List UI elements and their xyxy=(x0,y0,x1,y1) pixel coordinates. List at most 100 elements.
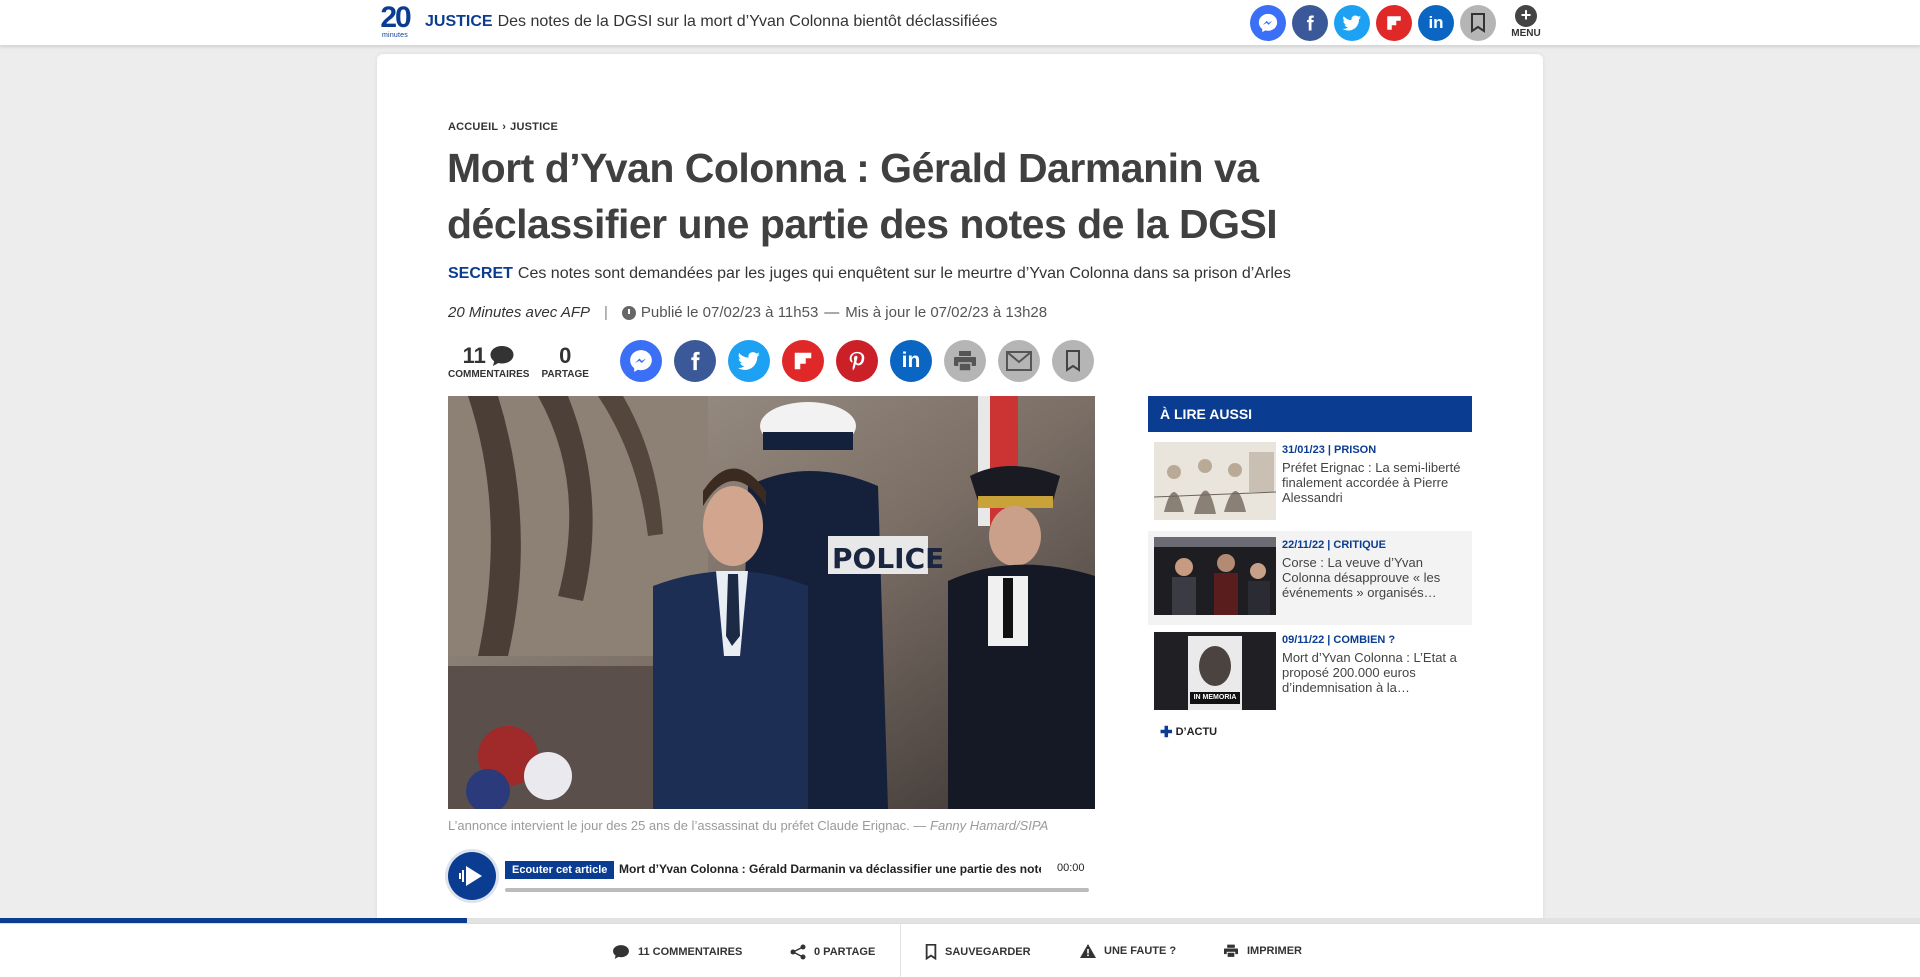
linkedin-share-button[interactable]: in xyxy=(890,340,932,382)
dash-separator: — xyxy=(824,304,840,321)
menu-button[interactable]: + MENU xyxy=(1508,5,1544,39)
header-rubric[interactable]: JUSTICE xyxy=(425,13,493,30)
header-title-text: Des notes de la DGSI sur la mort d’Yvan … xyxy=(497,13,998,30)
comments-action[interactable]: 11 COMMENTAIRES xyxy=(612,944,742,960)
bookmark-icon xyxy=(1066,350,1080,372)
bottom-action-bar: 11 COMMENTAIRES 0 PARTAGE SAUVEGARDER UN… xyxy=(0,923,1920,977)
play-button[interactable] xyxy=(448,852,496,900)
aside-title: Mort d’Yvan Colonna : L’Etat a proposé 2… xyxy=(1282,650,1457,695)
article-lead: SECRET Ces notes sont demandées par les j… xyxy=(448,265,1291,283)
flipboard-share-button[interactable] xyxy=(782,340,824,382)
bookmark-icon xyxy=(925,944,937,960)
logo-number: 20 xyxy=(380,1,411,34)
facebook-icon xyxy=(691,351,700,371)
more-news-link[interactable]: ✚ D’ACTU xyxy=(1160,723,1218,741)
breadcrumb-home[interactable]: ACCUEIL xyxy=(448,121,498,133)
listen-title: Mort d’Yvan Colonna : Gérald Darmanin va… xyxy=(619,862,1041,876)
aside-meta: 31/01/23 | PRISON xyxy=(1282,444,1377,456)
aside-meta: 09/11/22 | COMBIEN ? xyxy=(1282,634,1396,646)
aside-article[interactable]: 22/11/22 | CRITIQUE Corse : La veuve d’Y… xyxy=(1148,531,1472,625)
save-action[interactable]: SAUVEGARDER xyxy=(925,944,1031,960)
poster-caption: IN MEMORIA xyxy=(1193,694,1237,701)
messenger-share-button[interactable] xyxy=(620,340,662,382)
messenger-icon xyxy=(630,350,652,372)
twitter-icon xyxy=(737,352,760,370)
play-audio-icon xyxy=(459,866,482,886)
site-logo[interactable]: 20 minutes xyxy=(376,1,414,42)
print-action[interactable]: IMPRIMER xyxy=(1223,944,1302,958)
comment-bubble-icon xyxy=(613,945,629,959)
aside-title: Corse : La veuve d’Yvan Colonna désappro… xyxy=(1282,555,1441,600)
aside-article[interactable]: IN MEMORIA 09/11/22 | COMBIEN ? Mort d’Y… xyxy=(1148,626,1472,720)
share-icon xyxy=(790,944,806,960)
print-button[interactable] xyxy=(944,340,986,382)
twitter-share-button[interactable] xyxy=(1334,5,1370,41)
aside-article[interactable]: 31/01/23 | PRISON Préfet Erignac : La se… xyxy=(1148,436,1472,530)
breadcrumb: ACCUEIL › JUSTICE xyxy=(448,121,558,133)
author: 20 Minutes avec AFP xyxy=(448,304,591,321)
linkedin-share-button[interactable]: in xyxy=(1418,5,1454,41)
aside-thumbnail: IN MEMORIA xyxy=(1154,632,1276,710)
flipboard-icon xyxy=(1387,16,1401,30)
warning-icon xyxy=(1080,944,1096,958)
comments-count: 11 xyxy=(462,343,486,368)
comments-action-label: 11 COMMENTAIRES xyxy=(638,946,743,958)
facebook-share-button[interactable] xyxy=(674,340,716,382)
bookmark-button[interactable] xyxy=(1052,340,1094,382)
article-photo-illustration xyxy=(448,396,1095,809)
article-title: Mort d’Yvan Colonna : Gérald Darmanin va… xyxy=(447,145,1278,247)
caption-credit: Fanny Hamard/SIPA xyxy=(930,818,1049,833)
printer-icon xyxy=(1224,944,1238,958)
aside-thumbnail xyxy=(1154,442,1276,520)
clock-icon xyxy=(621,305,636,320)
article-stats: 11 COMMENTAIRES 0 PARTAGE xyxy=(448,343,589,381)
shares-count: 0 xyxy=(559,343,572,368)
header-article-title: JUSTICE Des notes de la DGSI sur la mort … xyxy=(425,13,997,31)
court-sketch-image xyxy=(1154,442,1276,520)
more-news-label: D’ACTU xyxy=(1175,726,1218,738)
audio-progress-bar[interactable] xyxy=(505,888,1089,892)
chevron-right-icon: › xyxy=(502,121,507,133)
flipboard-share-button[interactable] xyxy=(1376,5,1412,41)
article-photo[interactable]: POLICE xyxy=(448,396,1095,809)
published-date: Publié le 07/02/23 à 11h53 xyxy=(640,304,819,321)
bottom-divider xyxy=(900,924,901,977)
printer-icon xyxy=(954,351,976,372)
article-meta: 20 Minutes avec AFP | Publié le 07/02/23… xyxy=(448,304,1047,321)
plus-icon: ✚ xyxy=(1160,723,1173,741)
twitter-icon xyxy=(1342,15,1362,31)
share-action[interactable]: 0 PARTAGE xyxy=(790,944,875,960)
linkedin-icon: in xyxy=(901,349,921,372)
report-error-label: UNE FAUTE ? xyxy=(1104,945,1177,957)
listen-tag: Ecouter cet article xyxy=(505,861,615,879)
comment-bubble-icon xyxy=(490,346,514,366)
listen-time: 00:00 xyxy=(1057,862,1085,874)
top-header: 20 minutes JUSTICE Des notes de la DGSI s… xyxy=(0,0,1920,46)
linkedin-icon: in xyxy=(1428,13,1444,32)
header-share-icons: in xyxy=(1250,5,1496,41)
twitter-share-button[interactable] xyxy=(728,340,770,382)
messenger-icon xyxy=(1258,13,1278,33)
photo-caption: L’annonce intervient le jour des 25 ans … xyxy=(448,818,1049,833)
lead-text: Ces notes sont demandées par les juges q… xyxy=(517,265,1291,282)
messenger-share-button[interactable] xyxy=(1250,5,1286,41)
save-action-label: SAUVEGARDER xyxy=(945,946,1031,958)
report-error-action[interactable]: UNE FAUTE ? xyxy=(1080,944,1176,958)
facebook-share-button[interactable] xyxy=(1292,5,1328,41)
police-badge-text: POLICE xyxy=(832,542,945,575)
email-share-button[interactable] xyxy=(998,340,1040,382)
crowd-image xyxy=(1154,537,1276,615)
audio-player: Ecouter cet article Mort d’Yvan Colonna … xyxy=(448,852,1093,902)
aside-thumbnail xyxy=(1154,537,1276,615)
shares-label: PARTAGE xyxy=(541,369,589,380)
shares-stat: 0 PARTAGE xyxy=(541,343,589,381)
meta-separator: | xyxy=(604,304,608,321)
share-action-label: 0 PARTAGE xyxy=(814,946,876,958)
bookmark-button[interactable] xyxy=(1460,5,1496,41)
caption-text: L’annonce intervient le jour des 25 ans … xyxy=(448,818,910,833)
pinterest-share-button[interactable] xyxy=(836,340,878,382)
breadcrumb-justice[interactable]: JUSTICE xyxy=(510,121,558,133)
envelope-icon xyxy=(1006,351,1032,371)
article-share-buttons: in xyxy=(620,340,1094,382)
comments-stat[interactable]: 11 COMMENTAIRES xyxy=(448,343,529,381)
